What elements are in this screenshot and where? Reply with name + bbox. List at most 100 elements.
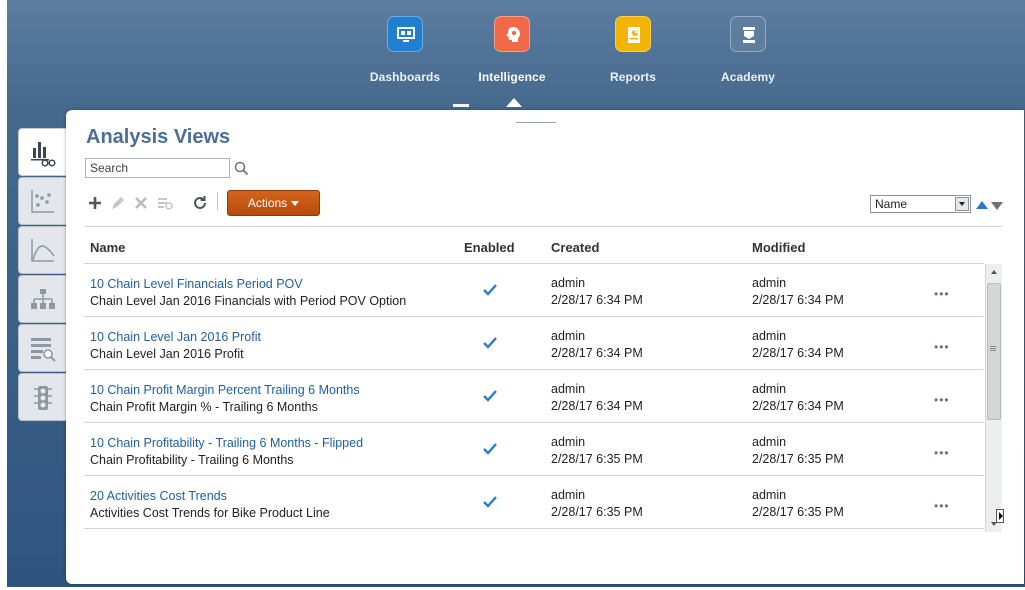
- name-cell: 20 Activities Cost Trends Activities Cos…: [90, 488, 330, 522]
- more-options-icon[interactable]: •••: [934, 393, 950, 407]
- search-button[interactable]: [233, 160, 251, 178]
- toolbar-separator: [217, 192, 218, 210]
- view-description: Activities Cost Trends for Bike Product …: [90, 506, 330, 520]
- table-row[interactable]: 10 Chain Level Jan 2016 Profit Chain Lev…: [84, 317, 984, 370]
- app-window: Dashboards Intelligence Reports Academy: [0, 0, 1025, 590]
- column-header-enabled[interactable]: Enabled: [464, 240, 515, 255]
- modified-cell: admin 2/28/17 6:35 PM: [752, 434, 844, 468]
- created-at: 2/28/17 6:34 PM: [551, 399, 643, 413]
- more-options-icon[interactable]: •••: [934, 499, 950, 513]
- close-icon: [135, 197, 147, 209]
- scroll-grip-icon: [990, 346, 996, 347]
- search-input[interactable]: [85, 158, 230, 178]
- view-name-link[interactable]: 20 Activities Cost Trends: [90, 488, 330, 505]
- nav-intelligence[interactable]: Intelligence: [462, 16, 562, 84]
- scroll-right-icon[interactable]: [996, 509, 1004, 523]
- created-by: admin: [551, 435, 586, 449]
- vertical-scrollbar[interactable]: [985, 264, 1002, 532]
- view-name-link[interactable]: 10 Chain Profit Margin Percent Trailing …: [90, 382, 360, 399]
- table-row[interactable]: 10 Chain Profitability - Trailing 6 Mont…: [84, 423, 984, 476]
- view-name-link[interactable]: 10 Chain Level Jan 2016 Profit: [90, 329, 261, 346]
- dropdown-arrow-icon[interactable]: [955, 197, 969, 211]
- created-cell: admin 2/28/17 6:35 PM: [551, 487, 643, 521]
- checkmark-icon: [483, 496, 497, 508]
- sidetab-traffic-light[interactable]: [18, 373, 66, 421]
- created-at: 2/28/17 6:34 PM: [551, 346, 643, 360]
- report-search-icon: [31, 338, 56, 362]
- view-description: Chain Level Jan 2016 Financials with Per…: [90, 294, 407, 308]
- chevron-down-icon: [291, 201, 300, 207]
- view-name-link[interactable]: 10 Chain Profitability - Trailing 6 Mont…: [90, 435, 363, 452]
- sort-field-value: Name: [875, 197, 908, 211]
- view-name-link[interactable]: 10 Chain Level Financials Period POV: [90, 276, 406, 293]
- modified-by: admin: [752, 435, 787, 449]
- modified-by: admin: [752, 329, 787, 343]
- trend-curve-icon: [31, 239, 55, 262]
- nav-dashboards[interactable]: Dashboards: [355, 16, 455, 84]
- search-icon: [234, 161, 249, 176]
- column-header-modified[interactable]: Modified: [752, 240, 805, 255]
- checkmark-icon: [483, 443, 497, 455]
- nav-label-intelligence: Intelligence: [478, 70, 546, 84]
- table-row[interactable]: 10 Chain Level Financials Period POV Cha…: [84, 264, 984, 317]
- sidetab-report-search[interactable]: [18, 324, 66, 372]
- created-cell: admin 2/28/17 6:34 PM: [551, 381, 643, 415]
- side-tab-bar: [18, 128, 68, 422]
- panel-header-rule: [516, 122, 556, 123]
- sidetab-scatter[interactable]: [18, 177, 66, 225]
- nav-label-dashboards: Dashboards: [369, 70, 441, 84]
- refresh-icon: [194, 196, 206, 209]
- name-cell: 10 Chain Profit Margin Percent Trailing …: [90, 382, 360, 416]
- analysis-views-table: Name Enabled Created Modified 10 Chain L…: [84, 228, 984, 529]
- created-cell: admin 2/28/17 6:34 PM: [551, 328, 643, 362]
- created-by: admin: [551, 276, 586, 290]
- sidetab-hierarchy[interactable]: [18, 275, 66, 323]
- created-by: admin: [551, 329, 586, 343]
- toolbar-divider: [84, 226, 1002, 227]
- table-row[interactable]: 20 Activities Cost Trends Activities Cos…: [84, 476, 984, 529]
- more-options-icon[interactable]: •••: [934, 340, 950, 354]
- modified-at: 2/28/17 6:35 PM: [752, 452, 844, 466]
- sort-descending-icon[interactable]: [991, 202, 1003, 210]
- modified-at: 2/28/17 6:35 PM: [752, 505, 844, 519]
- toolbar: Actions: [86, 190, 986, 218]
- filter-button[interactable]: [156, 194, 174, 212]
- created-by: admin: [551, 488, 586, 502]
- scroll-thumb[interactable]: [987, 283, 1001, 420]
- created-cell: admin 2/28/17 6:35 PM: [551, 434, 643, 468]
- created-at: 2/28/17 6:35 PM: [551, 452, 643, 466]
- actions-button[interactable]: Actions: [227, 190, 320, 216]
- modified-cell: admin 2/28/17 6:34 PM: [752, 275, 844, 309]
- sidetab-analysis-views[interactable]: [18, 128, 66, 176]
- sort-field-select[interactable]: Name: [870, 195, 971, 213]
- sidetab-trend[interactable]: [18, 226, 66, 274]
- column-header-name[interactable]: Name: [90, 240, 125, 255]
- active-nav-indicator: [506, 98, 522, 107]
- scroll-up-icon[interactable]: [991, 270, 997, 274]
- sort-ascending-icon[interactable]: [976, 201, 988, 209]
- add-button[interactable]: [86, 194, 104, 212]
- more-options-icon[interactable]: •••: [934, 446, 950, 460]
- table-row[interactable]: 10 Chain Profit Margin Percent Trailing …: [84, 370, 984, 423]
- traffic-light-icon: [34, 386, 52, 410]
- modified-by: admin: [752, 276, 787, 290]
- nav-label-academy: Academy: [720, 70, 776, 84]
- table-header: Name Enabled Created Modified: [84, 228, 984, 264]
- created-by: admin: [551, 382, 586, 396]
- created-cell: admin 2/28/17 6:34 PM: [551, 275, 643, 309]
- delete-button[interactable]: [132, 194, 150, 212]
- nav-academy[interactable]: Academy: [698, 16, 798, 84]
- name-cell: 10 Chain Level Jan 2016 Profit Chain Lev…: [90, 329, 261, 363]
- checkmark-icon: [483, 390, 497, 402]
- column-header-created[interactable]: Created: [551, 240, 599, 255]
- created-at: 2/28/17 6:34 PM: [551, 293, 643, 307]
- view-description: Chain Profit Margin % - Trailing 6 Month…: [90, 400, 318, 414]
- edit-button[interactable]: [109, 194, 127, 212]
- refresh-button[interactable]: [191, 194, 209, 212]
- more-options-icon[interactable]: •••: [934, 287, 950, 301]
- dashboard-monitor-icon: [387, 16, 423, 52]
- nav-reports[interactable]: Reports: [583, 16, 683, 84]
- reports-book-icon: [615, 16, 651, 52]
- analysis-views-icon: [31, 142, 56, 167]
- modified-at: 2/28/17 6:34 PM: [752, 346, 844, 360]
